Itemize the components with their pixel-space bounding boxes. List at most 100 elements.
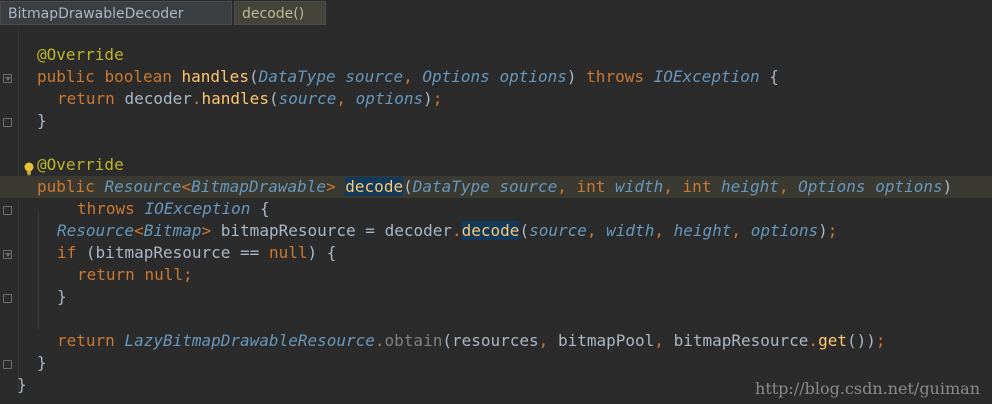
punctuation: ;	[432, 89, 443, 108]
punctuation: ;	[875, 331, 886, 350]
code-line: }	[0, 352, 992, 374]
punctuation: <	[134, 221, 144, 240]
type-name[interactable]: BitmapDrawable	[191, 177, 326, 196]
punctuation: ,	[403, 67, 413, 86]
punctuation: (	[442, 331, 452, 350]
code-line: @Override	[0, 44, 992, 66]
parameter: options	[355, 89, 424, 108]
parameter: source	[345, 67, 404, 86]
punctuation: {	[260, 199, 270, 218]
punctuation: >	[201, 221, 212, 240]
keyword: boolean	[104, 67, 172, 86]
identifier: bitmapResource	[95, 243, 231, 262]
keyword: public	[37, 67, 95, 86]
type-name[interactable]: Resource	[57, 221, 134, 240]
punctuation: (	[85, 243, 96, 262]
parameter: source	[499, 177, 558, 196]
keyword: throws	[586, 67, 644, 86]
type-name[interactable]: LazyBitmapDrawableResource	[124, 331, 374, 350]
keyword: public	[37, 177, 95, 196]
punctuation: (	[248, 67, 259, 86]
keyword: int	[682, 177, 712, 196]
identifier: decoder	[384, 221, 452, 240]
punctuation: {	[769, 67, 779, 86]
punctuation: }	[17, 375, 27, 394]
breadcrumb-method[interactable]: decode()	[234, 1, 326, 25]
identifier: bitmapResource	[673, 331, 809, 350]
punctuation: .	[374, 331, 385, 350]
parameter: width	[615, 177, 664, 196]
code-editor[interactable]: @Override public boolean handles(DataTyp…	[0, 26, 992, 404]
punctuation: ,	[731, 221, 742, 240]
static-method-call[interactable]: obtain	[385, 331, 443, 350]
parameter: options	[875, 177, 943, 196]
method-name-selected[interactable]: decode	[345, 177, 404, 196]
keyword: return	[77, 265, 135, 284]
method-call[interactable]: handles	[202, 89, 269, 108]
breadcrumb-class[interactable]: BitmapDrawableDecoder	[0, 1, 232, 25]
parameter: source	[529, 221, 587, 240]
code-line-current: public Resource<BitmapDrawable> decode(D…	[0, 176, 992, 198]
punctuation: ;	[182, 265, 193, 284]
punctuation: ;	[827, 221, 838, 240]
punctuation: )	[818, 221, 828, 240]
watermark: http://blog.csdn.net/guiman	[755, 379, 980, 398]
parameter: width	[606, 221, 655, 240]
method-call-selected[interactable]: decode	[461, 221, 520, 240]
punctuation: .	[452, 221, 462, 240]
type-name[interactable]: Bitmap	[144, 221, 202, 240]
type-name[interactable]: Options	[422, 67, 489, 86]
punctuation: )	[942, 177, 953, 196]
keyword: throws	[77, 199, 135, 218]
punctuation: (	[519, 221, 530, 240]
punctuation: }	[37, 353, 47, 372]
code-line: public boolean handles(DataType source, …	[0, 66, 992, 88]
type-name[interactable]: IOException	[654, 67, 760, 86]
annotation: @Override	[37, 155, 124, 174]
punctuation: )	[423, 89, 433, 108]
punctuation: ,	[557, 177, 567, 196]
code-line: throws IOException {	[0, 198, 992, 220]
identifier: decoder	[124, 89, 192, 108]
punctuation: }	[57, 287, 67, 306]
punctuation: ,	[654, 221, 664, 240]
punctuation: .	[808, 331, 819, 350]
parameter: source	[278, 89, 337, 108]
punctuation: <	[181, 177, 192, 196]
punctuation: )	[307, 243, 318, 262]
keyword: null	[268, 243, 308, 262]
parameter: height	[673, 221, 732, 240]
parameter: options	[750, 221, 819, 240]
code-line: Resource<Bitmap> bitmapResource = decode…	[0, 220, 992, 242]
type-name[interactable]: Options	[798, 177, 865, 196]
punctuation: (	[403, 177, 413, 196]
punctuation: }	[37, 111, 47, 130]
parameter: options	[499, 67, 567, 86]
code-line: if (bitmapResource == null) {	[0, 242, 992, 264]
keyword: return	[57, 89, 115, 108]
punctuation: ,	[778, 177, 789, 196]
punctuation: )	[866, 331, 876, 350]
operator: ==	[240, 243, 260, 262]
punctuation: ,	[654, 331, 664, 350]
keyword: return	[57, 331, 115, 350]
annotation: @Override	[37, 45, 124, 64]
parameter: height	[721, 177, 779, 196]
code-line: return null;	[0, 264, 992, 286]
punctuation: ,	[538, 331, 549, 350]
type-name[interactable]: IOException	[144, 199, 250, 218]
punctuation: (	[268, 89, 279, 108]
keyword: if	[57, 243, 77, 262]
code-line: return LazyBitmapDrawableResource.obtain…	[0, 330, 992, 352]
type-name[interactable]: DataType	[413, 177, 490, 196]
method-call[interactable]: get	[818, 331, 847, 350]
keyword: null	[144, 265, 183, 284]
operator: =	[365, 221, 375, 240]
type-name[interactable]: Resource	[104, 177, 181, 196]
type-name[interactable]: DataType	[259, 67, 336, 86]
keyword: int	[576, 177, 606, 196]
identifier: bitmapPool	[557, 331, 655, 350]
method-name[interactable]: handles	[182, 67, 249, 86]
punctuation: ,	[336, 89, 347, 108]
breadcrumb: BitmapDrawableDecoder decode()	[0, 0, 992, 26]
